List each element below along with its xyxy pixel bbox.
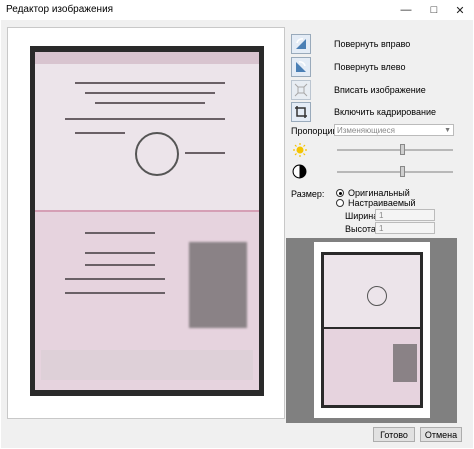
title-bar: Редактор изображения — □ ✕ — [0, 0, 474, 20]
size-original-radio[interactable] — [336, 189, 344, 197]
width-field[interactable]: 1 — [375, 209, 435, 221]
rotate-right-icon — [296, 38, 306, 49]
window-title: Редактор изображения — [6, 4, 114, 15]
crop-button[interactable] — [291, 102, 311, 122]
document-page-top — [35, 52, 259, 212]
photo-blurred — [189, 242, 247, 328]
proportions-value: Изменяющиеся — [337, 126, 395, 135]
document-image — [30, 46, 264, 396]
chevron-down-icon: ▼ — [444, 127, 451, 134]
preview-page — [314, 242, 430, 418]
contrast-slider[interactable] — [337, 171, 453, 173]
preview-thumbnail — [321, 252, 423, 408]
size-custom-radio[interactable] — [336, 199, 344, 207]
width-label: Ширина — [345, 211, 379, 221]
mrz-zone — [41, 350, 253, 380]
crop-icon — [295, 106, 307, 118]
size-original-label[interactable]: Оригинальный — [348, 188, 410, 198]
rotate-left-icon — [296, 61, 306, 72]
image-viewer[interactable] — [7, 27, 285, 419]
cancel-button[interactable]: Отмена — [420, 427, 462, 442]
height-field[interactable]: 1 — [375, 222, 435, 234]
height-label: Высота — [345, 224, 376, 234]
ok-button[interactable]: Готово — [373, 427, 415, 442]
preview-pane — [286, 238, 457, 423]
brightness-slider-thumb[interactable] — [399, 144, 405, 155]
proportions-select[interactable]: Изменяющиеся ▼ — [334, 124, 454, 136]
size-label: Размер: — [291, 189, 325, 199]
editor-body: Повернуть вправо Повернуть влево Вписать… — [1, 20, 473, 448]
minimize-icon[interactable]: — — [392, 0, 420, 20]
rotate-right-button[interactable] — [291, 34, 311, 54]
maximize-icon[interactable]: □ — [420, 0, 448, 20]
size-custom-label[interactable]: Настраиваемый — [348, 198, 416, 208]
rotate-left-label[interactable]: Повернуть влево — [334, 62, 405, 72]
seal-icon — [135, 132, 179, 176]
contrast-icon — [292, 164, 307, 179]
fit-image-button[interactable] — [291, 80, 311, 100]
rotate-right-label[interactable]: Повернуть вправо — [334, 39, 410, 49]
document-page-bottom — [35, 212, 259, 390]
fit-image-label[interactable]: Вписать изображение — [334, 85, 426, 95]
brightness-slider[interactable] — [337, 149, 453, 151]
crop-label[interactable]: Включить кадрирование — [334, 107, 436, 117]
close-icon[interactable]: ✕ — [446, 0, 474, 20]
fit-image-icon — [294, 83, 308, 97]
contrast-slider-thumb[interactable] — [399, 166, 405, 177]
rotate-left-button[interactable] — [291, 57, 311, 77]
proportions-label: Пропорции: — [291, 126, 341, 136]
brightness-icon — [293, 143, 307, 157]
